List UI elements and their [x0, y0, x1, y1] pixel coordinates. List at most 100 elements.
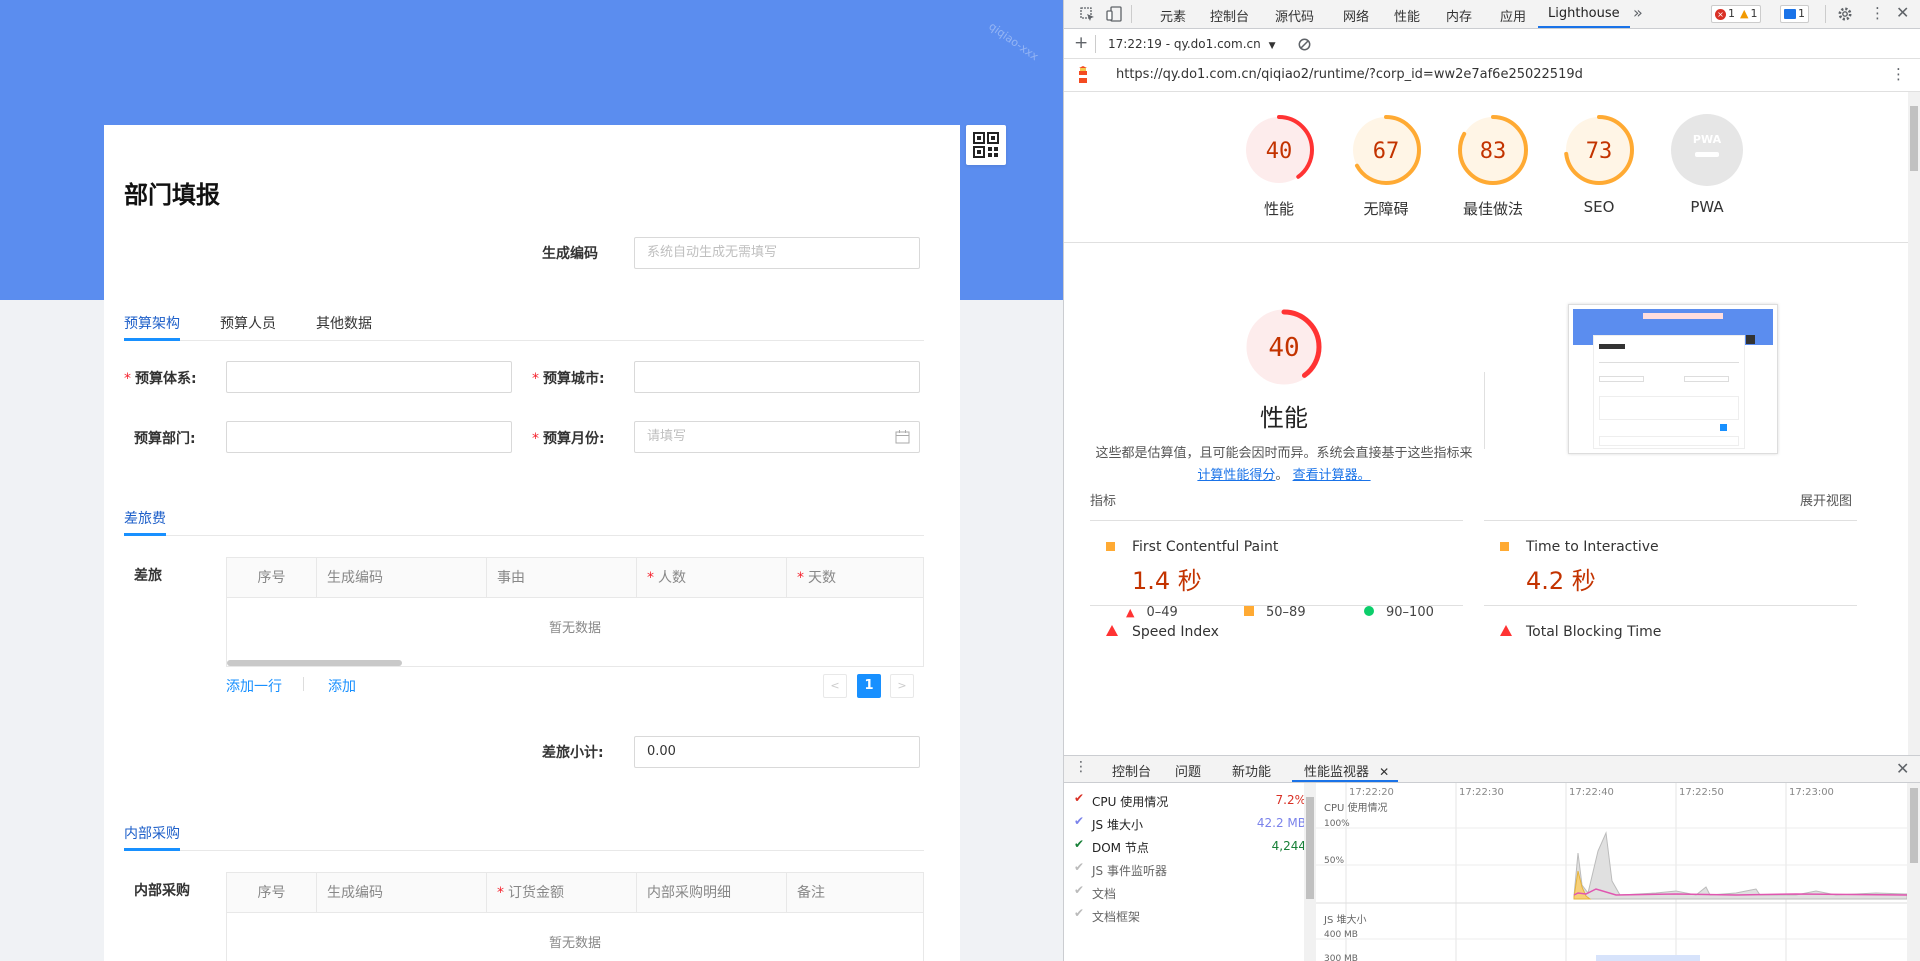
- close-devtools-icon[interactable]: ✕: [1896, 3, 1909, 22]
- travel-subtotal-input[interactable]: 0.00: [634, 736, 920, 768]
- lighthouse-logo-icon: [1079, 66, 1087, 83]
- perf-monitor-chart: 17:22:20 17:22:30 17:22:40 17:22:50 17:23:00…: [1316, 783, 1908, 961]
- code-input[interactable]: 系统自动生成无需填写: [634, 237, 920, 269]
- drawer-tab-issues[interactable]: 问题: [1175, 761, 1201, 780]
- perf-metric-row[interactable]: ✔ 文档框架: [1074, 904, 1306, 926]
- tab-other-data[interactable]: 其他数据: [316, 313, 372, 333]
- new-report-icon[interactable]: +: [1074, 33, 1088, 53]
- device-toolbar-icon[interactable]: [1106, 6, 1122, 22]
- drawer-tab-whats-new[interactable]: 新功能: [1232, 761, 1271, 780]
- score-gauge-pwa[interactable]: PWA PWA: [1662, 112, 1752, 216]
- metric-name: Total Blocking Time: [1526, 624, 1662, 640]
- dept-label: 预算部门:: [134, 431, 196, 447]
- perf-metric-row[interactable]: ✔ 文档: [1074, 881, 1306, 903]
- inspect-element-icon[interactable]: [1080, 7, 1095, 22]
- tab-network[interactable]: 网络: [1343, 6, 1369, 25]
- score-gauge-seo[interactable]: 73 SEO: [1554, 112, 1644, 216]
- orange-square-icon: [1500, 542, 1509, 551]
- settings-gear-icon[interactable]: [1837, 6, 1853, 22]
- drawer-tab-console[interactable]: 控制台: [1112, 761, 1151, 780]
- close-tab-icon[interactable]: ✕: [1379, 765, 1389, 779]
- purchase-section-tab[interactable]: 内部采购: [124, 823, 180, 843]
- score-gauge-best-practices[interactable]: 83 最佳做法: [1448, 112, 1538, 219]
- messages-badge[interactable]: 1: [1780, 5, 1809, 23]
- score-gauge-label: 无障碍: [1363, 200, 1409, 218]
- metric-name: First Contentful Paint: [1132, 539, 1279, 555]
- checkmark-icon[interactable]: ✔: [1074, 906, 1084, 920]
- orange-square-icon: [1106, 542, 1115, 551]
- dept-input[interactable]: [226, 421, 512, 453]
- tab-elements[interactable]: 元素: [1160, 6, 1186, 25]
- tab-budget-structure[interactable]: 预算架构: [124, 313, 180, 333]
- system-input[interactable]: [226, 361, 512, 393]
- clear-reports-icon[interactable]: [1298, 38, 1311, 51]
- tab-budget-staff[interactable]: 预算人员: [220, 313, 276, 333]
- col-code: 生成编码: [317, 558, 487, 598]
- score-gauge-ring: 83: [1458, 115, 1528, 185]
- purchase-empty-text: 暂无数据: [548, 936, 601, 951]
- perf-metric-name: JS 堆大小: [1092, 818, 1143, 832]
- metric-first-contentful-paint: First Contentful Paint 1.4 秒: [1090, 520, 1463, 605]
- qr-code-button[interactable]: [966, 125, 1006, 165]
- report-select[interactable]: 17:22:19 - qy.do1.com.cn ▼: [1108, 37, 1275, 51]
- tab-lighthouse[interactable]: Lighthouse: [1548, 6, 1620, 21]
- score-gauge-ring: 73: [1564, 115, 1634, 185]
- travel-add-row-link[interactable]: 添加一行: [226, 676, 282, 696]
- drawer-menu-icon[interactable]: ⋮: [1074, 759, 1088, 775]
- issues-badge[interactable]: × 1 ▲ 1: [1711, 5, 1762, 23]
- checkmark-icon[interactable]: ✔: [1074, 860, 1084, 874]
- perf-metric-row[interactable]: ✔ DOM 节点 4,244: [1074, 835, 1306, 857]
- view-calculator-link[interactable]: 查看计算器。: [1293, 468, 1371, 483]
- travel-subtotal-label: 差旅小计:: [542, 745, 604, 761]
- perf-metric-row[interactable]: ✔ JS 事件监听器: [1074, 858, 1306, 880]
- metric-list-scrollbar-thumb[interactable]: [1306, 797, 1314, 899]
- score-gauge-label: 性能: [1263, 200, 1294, 218]
- drawer-tab-performance-monitor[interactable]: 性能监视器 ✕: [1304, 761, 1389, 780]
- report-menu-icon[interactable]: ⋮: [1891, 65, 1906, 83]
- checkmark-icon[interactable]: ✔: [1074, 814, 1084, 828]
- perf-metric-value: 4,244: [1271, 839, 1306, 853]
- report-url[interactable]: https://qy.do1.com.cn/qiqiao2/runtime/?c…: [1116, 67, 1583, 82]
- tab-sources[interactable]: 源代码: [1275, 6, 1314, 25]
- chart-scrollbar-thumb[interactable]: [1910, 788, 1918, 863]
- next-page-button[interactable]: >: [890, 674, 914, 698]
- checkmark-icon[interactable]: ✔: [1074, 837, 1084, 851]
- report-scrollbar[interactable]: [1908, 92, 1920, 755]
- travel-section-tab[interactable]: 差旅费: [124, 508, 166, 528]
- month-input[interactable]: 请填写: [634, 421, 920, 453]
- score-gauge-performance[interactable]: 40 性能: [1234, 112, 1324, 219]
- chart-scrollbar[interactable]: [1907, 783, 1920, 961]
- city-input[interactable]: [634, 361, 920, 393]
- travel-table: 序号 生成编码 事由 * 人数 * 天数 暂无数据: [226, 557, 924, 667]
- checkmark-icon[interactable]: ✔: [1074, 883, 1084, 897]
- performance-big-label: 性能: [1260, 404, 1308, 432]
- drawer-tab-bar: ⋮ 控制台 问题 新功能 性能监视器 ✕ ✕: [1064, 756, 1920, 783]
- metric-value: 1.4 秒: [1132, 567, 1202, 595]
- tab-performance[interactable]: 性能: [1394, 6, 1420, 25]
- final-screenshot-thumbnail[interactable]: [1568, 304, 1778, 454]
- travel-horizontal-scrollbar[interactable]: [227, 660, 402, 666]
- col-people: * 人数: [637, 558, 787, 598]
- perf-monitor-graph: 17:22:20 17:22:30 17:22:40 17:22:50 17:23:00…: [1316, 783, 1908, 961]
- error-count: 1: [1728, 7, 1735, 20]
- tab-application[interactable]: 应用: [1500, 6, 1526, 25]
- travel-add-link[interactable]: 添加: [328, 676, 356, 696]
- metric-list-scrollbar[interactable]: [1304, 783, 1316, 961]
- checkmark-icon[interactable]: ✔: [1074, 791, 1084, 805]
- expand-view-toggle[interactable]: 展开视图: [1800, 490, 1852, 509]
- current-page[interactable]: 1: [857, 674, 881, 698]
- prev-page-button[interactable]: <: [823, 674, 847, 698]
- perf-metric-value: 42.2 MB: [1256, 816, 1306, 830]
- score-gauge-accessibility[interactable]: 67 无障碍: [1341, 112, 1431, 219]
- perf-metric-row[interactable]: ✔ JS 堆大小 42.2 MB: [1074, 812, 1306, 834]
- calc-score-link[interactable]: 计算性能得分: [1197, 468, 1275, 483]
- tab-memory[interactable]: 内存: [1446, 6, 1472, 25]
- tab-console[interactable]: 控制台: [1210, 6, 1249, 25]
- time-label: 17:22:30: [1459, 787, 1504, 798]
- report-scrollbar-thumb[interactable]: [1910, 106, 1918, 171]
- customize-menu-icon[interactable]: ⋮: [1870, 4, 1885, 22]
- close-drawer-icon[interactable]: ✕: [1896, 759, 1909, 778]
- perf-metric-row[interactable]: ✔ CPU 使用情况 7.2%: [1074, 789, 1306, 811]
- more-tabs-button[interactable]: »: [1633, 3, 1643, 22]
- col-days: * 天数: [797, 570, 836, 586]
